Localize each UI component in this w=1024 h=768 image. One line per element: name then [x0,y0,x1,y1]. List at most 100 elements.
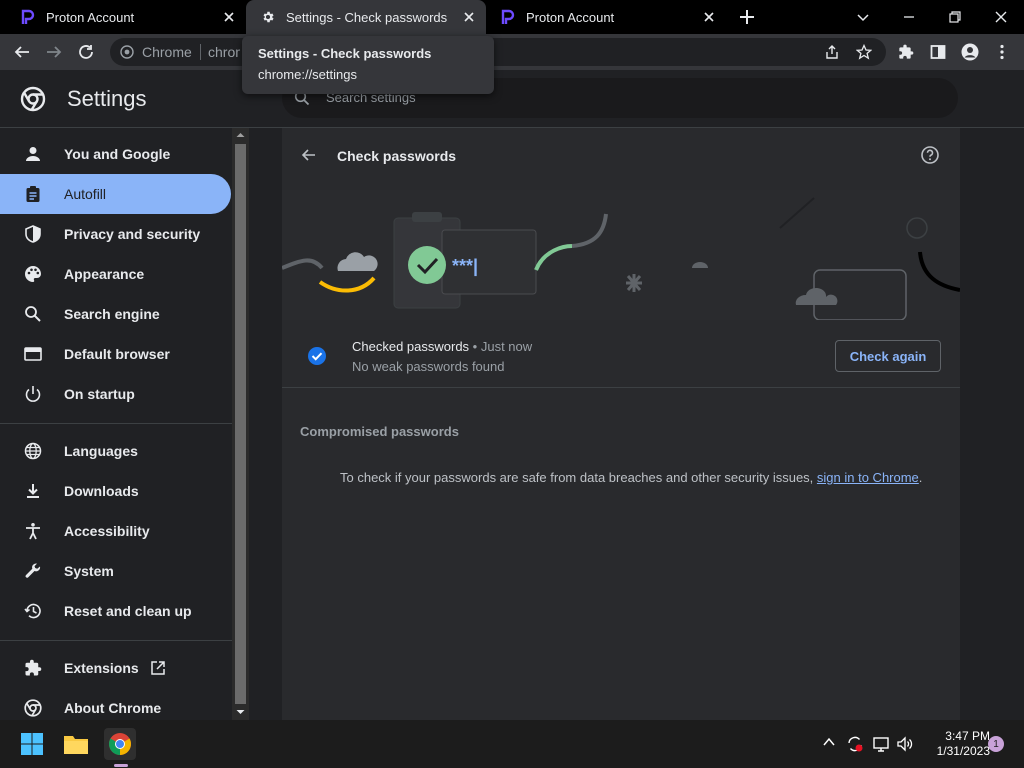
password-check-status-row: Checked passwords • Just now No weak pas… [282,326,960,388]
reload-icon[interactable] [76,42,96,62]
sidebar-item-extensions[interactable]: Extensions [0,648,231,688]
chrome-taskbar-icon[interactable] [104,728,136,760]
close-icon[interactable] [462,10,476,24]
new-tab-plus-icon[interactable] [738,8,756,26]
scroll-up-arrow-icon[interactable] [236,131,245,139]
side-panel-icon[interactable] [928,42,948,62]
wrench-icon [24,562,42,580]
sidebar-item-accessibility[interactable]: Accessibility [0,511,231,551]
sidebar-item-label: Autofill [64,186,107,202]
status-time: Just now [480,339,533,354]
sidebar-item-downloads[interactable]: Downloads [0,471,231,511]
sidebar-item-label: Languages [64,443,138,459]
sidebar-item-label: Extensions [64,660,139,676]
share-icon[interactable] [824,44,840,60]
tab-strip: Proton Account Settings - Check password… [0,0,1024,34]
tab-proton-account-1[interactable]: Proton Account [0,0,246,34]
chrome-logo-icon [20,86,46,112]
close-icon[interactable] [702,10,716,24]
check-again-button[interactable]: Check again [835,340,941,372]
forward-arrow-icon[interactable] [44,42,64,62]
clock-time: 3:47 PM [945,729,990,743]
sidebar-item-privacy-and-security[interactable]: Privacy and security [0,214,231,254]
download-icon [24,482,42,500]
sidebar-item-label: Accessibility [64,523,150,539]
check-circle-icon [307,346,327,366]
message-end: . [918,470,923,485]
status-separator: • [469,339,481,354]
tooltip-url: chrome://settings [258,67,357,82]
sidebar-item-on-startup[interactable]: On startup [0,374,231,414]
clipboard-icon [24,185,42,203]
checked-passwords-label: Checked passwords [352,339,470,354]
back-arrow-icon[interactable] [300,146,318,164]
external-link-icon [150,660,166,676]
close-icon[interactable] [222,10,236,24]
globe-icon [24,442,42,460]
clock-date: 1/31/2023 [936,744,990,758]
sidebar-item-appearance[interactable]: Appearance [0,254,231,294]
sidebar-item-search-engine[interactable]: Search engine [0,294,231,334]
sidebar-item-default-browser[interactable]: Default browser [0,334,231,374]
tab-hover-tooltip: Settings - Check passwords chrome://sett… [242,36,494,94]
search-icon [24,305,42,323]
sign-in-to-chrome-link[interactable]: sign in to Chrome [817,470,919,485]
sidebar-item-label: On startup [64,386,135,402]
tab-settings-check-passwords[interactable]: Settings - Check passwords [246,0,486,34]
history-icon [24,602,42,620]
help-icon[interactable] [920,145,940,165]
sync-icon[interactable] [846,735,864,753]
sidebar-item-label: Default browser [64,346,170,362]
address-bar[interactable]: Chrome chrome [110,38,886,66]
chrome-icon [24,699,42,717]
palette-icon [24,265,42,283]
extensions-puzzle-icon[interactable] [896,42,916,62]
sidebar-item-label: Downloads [64,483,139,499]
tab-title: Proton Account [526,9,615,25]
sidebar-item-you-and-google[interactable]: You and Google [0,134,231,174]
restore-icon[interactable] [944,6,966,28]
status-title: Checked passwords • Just now [352,339,532,354]
sidebar-item-label: About Chrome [64,700,162,716]
bookmark-star-icon[interactable] [856,44,872,60]
tab-proton-account-2[interactable]: Proton Account [486,0,726,34]
sidebar-item-autofill[interactable]: Autofill [0,174,231,214]
scrollbar-thumb[interactable] [235,144,246,704]
sidebar-item-label: Privacy and security [64,226,201,242]
taskbar-clock[interactable]: 3:47 PM 1/31/2023 [920,729,990,759]
notification-badge[interactable]: 1 [988,736,1004,752]
illustration-password-text: ***| [452,256,478,276]
windows-start-icon[interactable] [16,728,48,760]
sidebar-item-reset-and-clean-up[interactable]: Reset and clean up [0,591,231,631]
close-window-icon[interactable] [990,6,1012,28]
sidebar-item-label: Search engine [64,306,160,322]
sidebar-item-languages[interactable]: Languages [0,431,231,471]
tab-title: Settings - Check passwords [286,9,448,25]
puzzle-icon [24,659,42,677]
sidebar-divider [0,423,232,424]
sidebar-divider [0,640,232,641]
sign-in-message: To check if your passwords are safe from… [340,470,922,485]
power-icon [24,385,42,403]
file-explorer-icon[interactable] [60,728,92,760]
minimize-icon[interactable] [898,6,920,28]
compromised-passwords-heading: Compromised passwords [300,424,459,439]
check-passwords-card: Check passwords ***| Checked passwords •… [282,128,960,720]
site-label: Chrome [142,44,192,60]
sidebar-item-label: Reset and clean up [64,603,192,619]
show-hidden-icons-chevron-icon[interactable] [822,735,840,753]
shield-icon [24,225,42,243]
tab-search-chevron-icon[interactable] [852,6,874,28]
kebab-menu-icon[interactable] [992,42,1012,62]
tooltip-title: Settings - Check passwords [258,46,432,61]
back-arrow-icon[interactable] [12,42,32,62]
profile-avatar-icon[interactable] [960,42,980,62]
tab-title: Proton Account [46,9,135,25]
settings-header: Settings Search settings [0,70,1024,128]
sidebar-item-system[interactable]: System [0,551,231,591]
scroll-down-arrow-icon[interactable] [236,708,245,716]
volume-icon[interactable] [896,735,914,753]
network-icon[interactable] [872,735,890,753]
password-check-illustration: ***| [282,190,960,320]
sidebar-scrollbar[interactable] [232,128,249,720]
